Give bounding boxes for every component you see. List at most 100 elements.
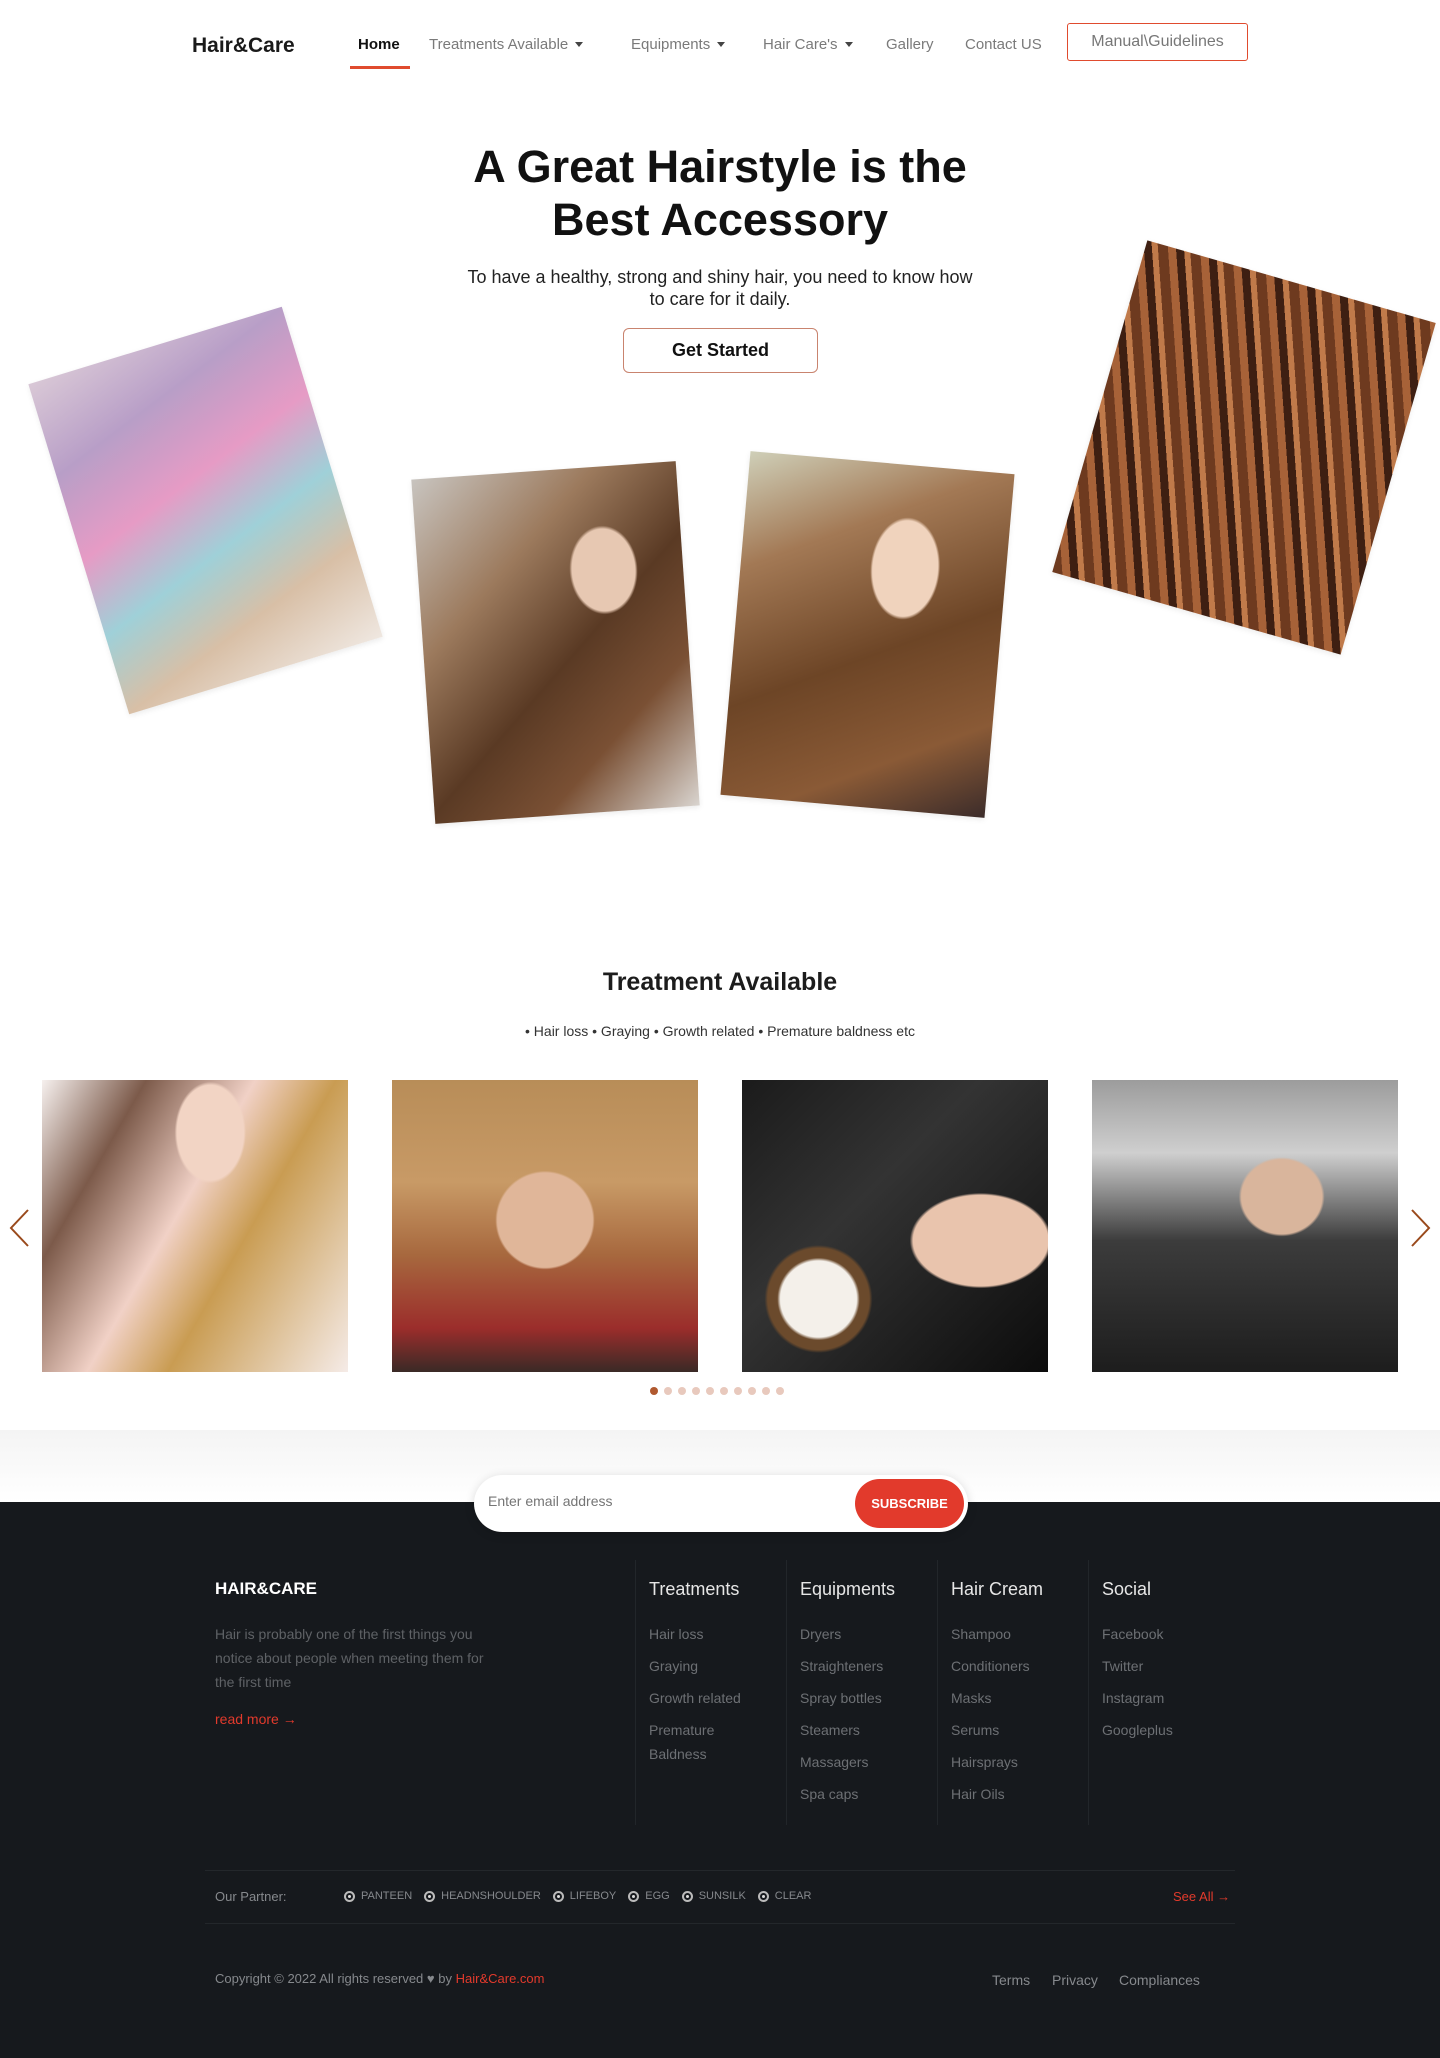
radio-dot-icon — [424, 1890, 436, 1902]
hero-subtitle: To have a healthy, strong and shiny hair… — [467, 267, 973, 309]
hero-photo-brunette-profile — [411, 461, 700, 824]
subscribe-form: SUBSCRIBE — [474, 1475, 968, 1532]
get-started-button[interactable]: Get Started — [623, 328, 818, 373]
footer-link-growth-related[interactable]: Growth related — [649, 1686, 785, 1710]
footer-column-title: Social — [1102, 1579, 1152, 1599]
footer-link-dryers[interactable]: Dryers — [800, 1622, 936, 1646]
footer-link-googleplus[interactable]: Googleplus — [1102, 1718, 1238, 1742]
subscribe-button[interactable]: SUBSCRIBE — [855, 1479, 964, 1528]
email-input[interactable] — [488, 1493, 828, 1509]
carousel-dot[interactable] — [720, 1387, 728, 1395]
see-all-partners-link[interactable]: See All → — [1173, 1889, 1230, 1904]
nav-treatments-label: Treatments Available — [429, 36, 569, 53]
nav-hair-cares-label: Hair Care's — [763, 36, 838, 53]
carousel-dot[interactable] — [692, 1387, 700, 1395]
terms-link[interactable]: Terms — [992, 1972, 1030, 1988]
footer-column-social: Social Facebook Twitter Instagram Google… — [1088, 1560, 1238, 1825]
partner-name: HEADNSHOULDER — [441, 1890, 541, 1902]
copyright-site-link[interactable]: Hair&Care.com — [456, 1971, 545, 1986]
partner-name: SUNSILK — [698, 1890, 746, 1902]
footer-column-title: Hair Cream — [951, 1579, 1044, 1599]
nav-treatments-available[interactable]: Treatments Available — [429, 36, 584, 53]
footer-link-straighteners[interactable]: Straighteners — [800, 1654, 936, 1678]
footer-link-serums[interactable]: Serums — [951, 1718, 1087, 1742]
partner-name: LIFEBOY — [569, 1890, 617, 1902]
partner-name: PANTEEN — [361, 1890, 413, 1902]
footer-divider — [205, 1870, 1235, 1871]
treatment-card-scalp-massage[interactable] — [392, 1080, 698, 1372]
treatment-section-title: Treatment Available — [602, 968, 838, 996]
footer-link-hairsprays[interactable]: Hairsprays — [951, 1750, 1087, 1774]
footer-link-graying[interactable]: Graying — [649, 1654, 785, 1678]
radio-dot-icon — [344, 1890, 355, 1902]
footer-brand: HAIR&CARE — [215, 1579, 317, 1598]
carousel-dot[interactable] — [734, 1387, 742, 1395]
partner-name: EGG — [645, 1890, 670, 1902]
nav-home[interactable]: Home — [358, 36, 400, 53]
footer-link-hair-oils[interactable]: Hair Oils — [951, 1782, 1087, 1806]
carousel-pagination — [650, 1387, 784, 1395]
radio-dot-icon — [757, 1890, 769, 1902]
partner-name: CLEAR — [774, 1890, 812, 1902]
footer-column-title: Equipments — [800, 1579, 896, 1599]
hero-photo-long-wavy-hair — [720, 451, 1015, 818]
treatment-section-subtitle: • Hair loss • Graying • Growth related •… — [525, 1023, 915, 1039]
footer-link-spa-caps[interactable]: Spa caps — [800, 1782, 936, 1806]
nav-contact-us[interactable]: Contact US — [965, 36, 1042, 53]
footer-divider — [205, 1923, 1235, 1924]
footer-link-hair-loss[interactable]: Hair loss — [649, 1622, 785, 1646]
footer-link-spray-bottles[interactable]: Spray bottles — [800, 1686, 936, 1710]
treatment-card-hair-spray[interactable] — [1092, 1080, 1398, 1372]
footer-column-treatments: Treatments Hair loss Graying Growth rela… — [635, 1560, 785, 1825]
partner-item: LIFEBOY — [552, 1890, 617, 1902]
carousel-dot[interactable] — [650, 1387, 658, 1395]
footer-description: Hair is probably one of the first things… — [215, 1626, 484, 1690]
carousel-dot[interactable] — [678, 1387, 686, 1395]
carousel-dot[interactable] — [706, 1387, 714, 1395]
nav-active-indicator — [350, 66, 410, 69]
carousel-dot[interactable] — [776, 1387, 784, 1395]
brand-logo[interactable]: Hair&Care — [192, 34, 295, 58]
treatment-card-coconut[interactable] — [742, 1080, 1048, 1372]
nav-equipments[interactable]: Equipments — [631, 36, 726, 53]
copyright-text: Copyright © 2022 All rights reserved ♥ b… — [215, 1971, 544, 1986]
footer-link-massagers[interactable]: Massagers — [800, 1750, 936, 1774]
partner-label: Our Partner: — [215, 1889, 287, 1904]
footer-link-conditioners[interactable]: Conditioners — [951, 1654, 1087, 1678]
hero-title: A Great Hairstyle is the Best Accessory — [473, 141, 967, 245]
top-navbar: Hair&Care Home Treatments Available Equi… — [0, 0, 1440, 90]
treatment-card-hair-oil[interactable] — [42, 1080, 348, 1372]
radio-dot-icon — [552, 1890, 564, 1902]
heart-icon: ♥ — [426, 1971, 435, 1986]
copyright-label: Copyright © 2022 All rights reserved — [215, 1971, 424, 1986]
hero-photo-colorful-hair — [28, 306, 383, 715]
footer-link-facebook[interactable]: Facebook — [1102, 1622, 1238, 1646]
partner-list: PANTEEN HEADNSHOULDER LIFEBOY EGG SUNSILK CLE… — [344, 1890, 811, 1902]
copyright-by: by — [438, 1971, 452, 1986]
caret-down-icon — [717, 42, 726, 47]
hero-photo-curly-hair — [1052, 240, 1436, 655]
carousel-prev-arrow-icon[interactable] — [8, 1208, 30, 1248]
footer-link-instagram[interactable]: Instagram — [1102, 1686, 1238, 1710]
footer-link-steamers[interactable]: Steamers — [800, 1718, 936, 1742]
nav-gallery[interactable]: Gallery — [886, 36, 934, 53]
nav-hair-cares[interactable]: Hair Care's — [763, 36, 853, 53]
footer-link-twitter[interactable]: Twitter — [1102, 1654, 1238, 1678]
radio-dot-icon — [681, 1890, 693, 1902]
carousel-dot[interactable] — [664, 1387, 672, 1395]
partner-item: HEADNSHOULDER — [424, 1890, 541, 1902]
read-more-link[interactable]: read more → — [215, 1711, 297, 1727]
partner-item: SUNSILK — [681, 1890, 746, 1902]
partner-item: PANTEEN — [344, 1890, 412, 1902]
carousel-dot[interactable] — [762, 1387, 770, 1395]
nav-equipments-label: Equipments — [631, 36, 711, 53]
manual-guidelines-button[interactable]: Manual\Guidelines — [1067, 23, 1248, 61]
footer-link-masks[interactable]: Masks — [951, 1686, 1087, 1710]
caret-down-icon — [844, 42, 853, 47]
privacy-link[interactable]: Privacy — [1052, 1972, 1098, 1988]
footer-link-shampoo[interactable]: Shampoo — [951, 1622, 1087, 1646]
carousel-dot[interactable] — [748, 1387, 756, 1395]
carousel-next-arrow-icon[interactable] — [1410, 1208, 1432, 1248]
footer-link-premature-baldness[interactable]: Premature Baldness — [649, 1718, 759, 1766]
compliances-link[interactable]: Compliances — [1119, 1972, 1200, 1988]
